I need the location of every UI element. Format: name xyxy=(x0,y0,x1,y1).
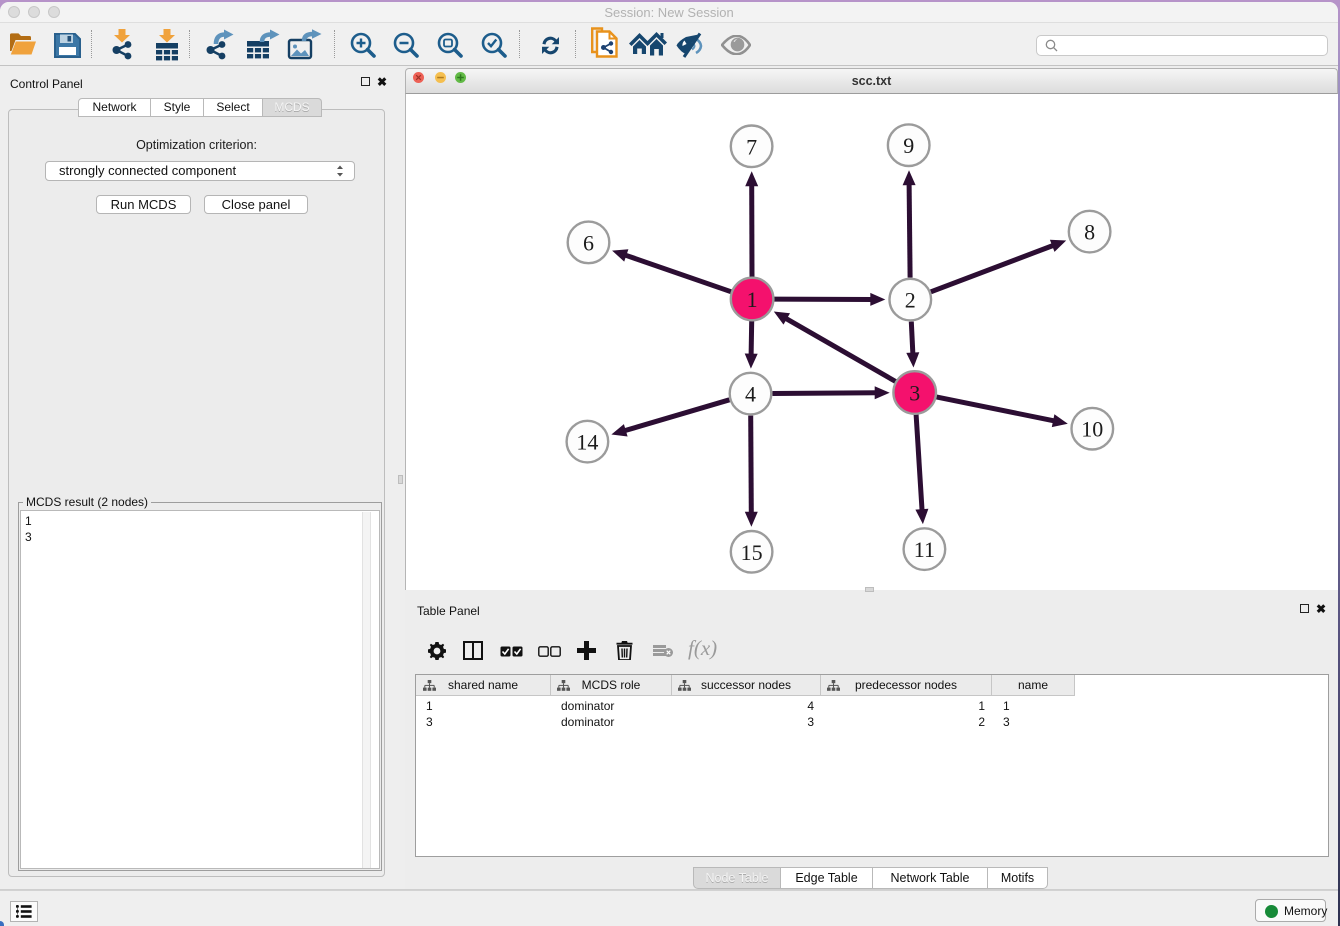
svg-text:2: 2 xyxy=(905,288,916,313)
svg-text:9: 9 xyxy=(903,133,914,158)
svg-text:6: 6 xyxy=(583,230,594,255)
svg-text:7: 7 xyxy=(746,134,757,159)
svg-text:4: 4 xyxy=(745,382,756,407)
svg-text:3: 3 xyxy=(909,381,920,406)
svg-text:8: 8 xyxy=(1084,220,1095,245)
svg-text:14: 14 xyxy=(576,430,598,455)
svg-text:15: 15 xyxy=(741,540,763,565)
svg-text:1: 1 xyxy=(747,287,758,312)
svg-text:11: 11 xyxy=(914,537,935,562)
svg-text:10: 10 xyxy=(1081,417,1103,442)
